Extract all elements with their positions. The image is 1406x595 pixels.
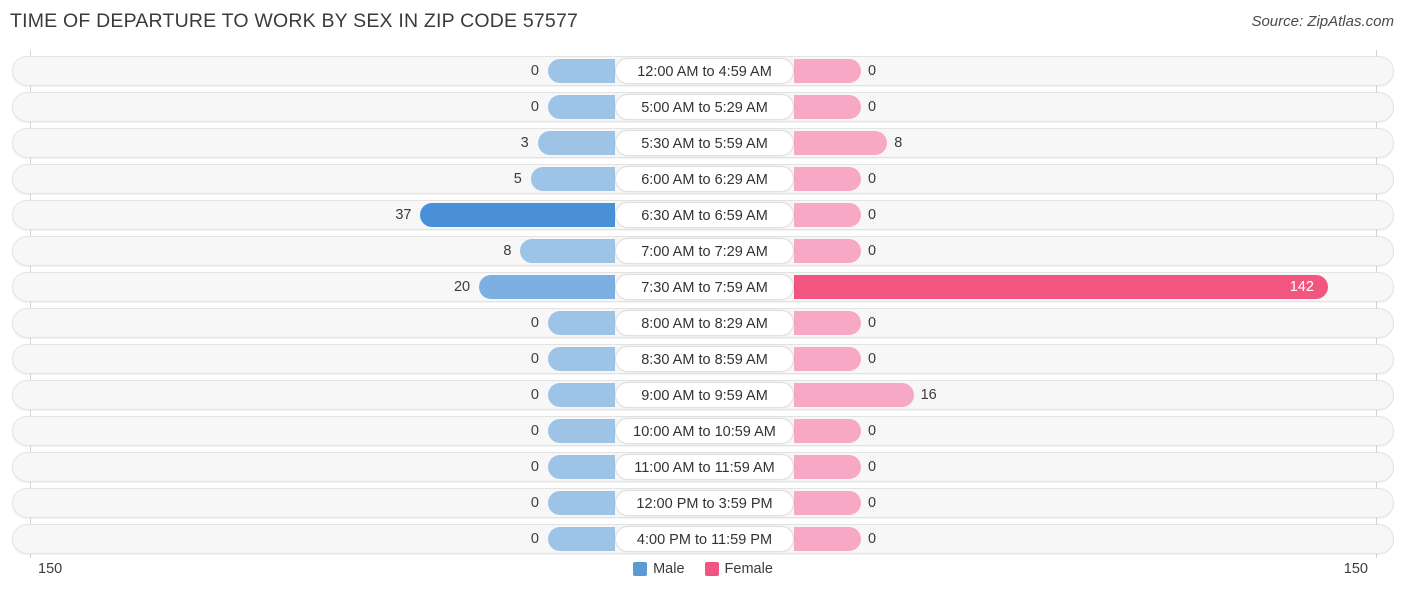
bar-female[interactable] — [794, 455, 861, 479]
value-label-female: 8 — [894, 134, 903, 151]
bar-male[interactable] — [548, 491, 615, 515]
chart-page: TIME OF DEPARTURE TO WORK BY SEX IN ZIP … — [0, 0, 1406, 595]
bar-male[interactable] — [537, 131, 615, 155]
category-label: 8:30 AM to 8:59 AM — [615, 346, 794, 372]
value-label-female: 0 — [868, 314, 877, 331]
bar-female[interactable] — [794, 131, 888, 155]
value-label-male: 0 — [530, 422, 539, 439]
legend-item-male[interactable]: Male — [633, 561, 685, 577]
legend-label-male: Male — [653, 561, 685, 577]
chart-row[interactable]: 20 142 7:30 AM to 7:59 AM — [12, 272, 1394, 302]
bar-female[interactable] — [794, 239, 861, 263]
bar-male[interactable] — [548, 59, 615, 83]
legend-swatch-female-icon — [704, 562, 719, 576]
value-label-male: 0 — [530, 98, 539, 115]
bar-male[interactable] — [548, 419, 615, 443]
bar-male[interactable] — [548, 311, 615, 335]
bar-female[interactable] — [794, 203, 861, 227]
category-label: 6:00 AM to 6:29 AM — [615, 166, 794, 192]
bar-male[interactable] — [548, 383, 615, 407]
chart-legend: Male Female — [0, 561, 1406, 577]
value-label-female: 0 — [868, 494, 877, 511]
value-label-female: 0 — [868, 458, 877, 475]
bar-female[interactable] — [794, 419, 861, 443]
category-label: 9:00 AM to 9:59 AM — [615, 382, 794, 408]
bar-female[interactable] — [794, 167, 861, 191]
value-label-male: 0 — [530, 350, 539, 367]
bar-male[interactable] — [548, 527, 615, 551]
bar-male[interactable] — [479, 275, 615, 299]
chart-row[interactable]: 0 0 11:00 AM to 11:59 AM — [12, 452, 1394, 482]
category-label: 7:00 AM to 7:29 AM — [615, 238, 794, 264]
category-label: 12:00 AM to 4:59 AM — [615, 58, 794, 84]
category-label: 5:00 AM to 5:29 AM — [615, 94, 794, 120]
value-label-female: 16 — [920, 386, 937, 403]
chart-row[interactable]: 37 0 6:30 AM to 6:59 AM — [12, 200, 1394, 230]
value-label-male: 0 — [530, 530, 539, 547]
value-label-female: 0 — [868, 530, 877, 547]
value-label-female: 0 — [868, 422, 877, 439]
bar-male[interactable] — [420, 203, 615, 227]
category-label: 5:30 AM to 5:59 AM — [615, 130, 794, 156]
source-attribution: Source: ZipAtlas.com — [1251, 13, 1394, 30]
value-label-male: 8 — [503, 242, 512, 259]
bar-female[interactable] — [794, 95, 861, 119]
category-label: 12:00 PM to 3:59 PM — [615, 490, 794, 516]
bar-male[interactable] — [548, 455, 615, 479]
bar-female[interactable] — [794, 347, 861, 371]
bar-female[interactable] — [794, 491, 861, 515]
chart-row[interactable]: 3 8 5:30 AM to 5:59 AM — [12, 128, 1394, 158]
value-label-female: 0 — [868, 350, 877, 367]
bar-female[interactable] — [794, 59, 861, 83]
chart-row[interactable]: 0 0 8:00 AM to 8:29 AM — [12, 308, 1394, 338]
value-label-female: 0 — [868, 98, 877, 115]
chart-row[interactable]: 0 0 10:00 AM to 10:59 AM — [12, 416, 1394, 446]
bar-male[interactable] — [548, 347, 615, 371]
value-label-male: 5 — [513, 170, 522, 187]
value-label-male: 0 — [530, 62, 539, 79]
bar-male[interactable] — [530, 167, 615, 191]
chart-row[interactable]: 8 0 7:00 AM to 7:29 AM — [12, 236, 1394, 266]
chart-row[interactable]: 5 0 6:00 AM to 6:29 AM — [12, 164, 1394, 194]
legend-label-female: Female — [724, 561, 773, 577]
value-label-male: 3 — [520, 134, 529, 151]
category-label: 10:00 AM to 10:59 AM — [615, 418, 794, 444]
value-label-female: 0 — [868, 206, 877, 223]
chart-row[interactable]: 0 0 4:00 PM to 11:59 PM — [12, 524, 1394, 554]
chart-row[interactable]: 0 0 8:30 AM to 8:59 AM — [12, 344, 1394, 374]
category-label: 7:30 AM to 7:59 AM — [615, 274, 794, 300]
chart-row[interactable]: 0 0 12:00 PM to 3:59 PM — [12, 488, 1394, 518]
bar-female[interactable] — [794, 383, 914, 407]
chart-footer: 150 150 Male Female — [0, 558, 1406, 588]
legend-swatch-male-icon — [633, 562, 648, 576]
legend-item-female[interactable]: Female — [704, 561, 773, 577]
chart-plot-area: 0 0 12:00 AM to 4:59 AM 0 0 5:00 AM to 5:29 A… — [0, 50, 1406, 558]
category-label: 6:30 AM to 6:59 AM — [615, 202, 794, 228]
value-label-male: 37 — [395, 206, 412, 223]
value-label-male: 0 — [530, 386, 539, 403]
bar-male[interactable] — [548, 95, 615, 119]
value-label-female: 0 — [868, 62, 877, 79]
value-label-male: 0 — [530, 458, 539, 475]
chart-row[interactable]: 0 0 12:00 AM to 4:59 AM — [12, 56, 1394, 86]
category-label: 4:00 PM to 11:59 PM — [615, 526, 794, 552]
bar-female[interactable] — [794, 527, 861, 551]
bar-male[interactable] — [520, 239, 615, 263]
value-label-female: 0 — [868, 170, 877, 187]
value-label-male: 0 — [530, 494, 539, 511]
value-label-male: 20 — [453, 278, 471, 295]
bar-female[interactable] — [794, 311, 861, 335]
chart-row[interactable]: 0 16 9:00 AM to 9:59 AM — [12, 380, 1394, 410]
value-label-female: 142 — [1289, 278, 1314, 295]
value-label-female: 0 — [868, 242, 877, 259]
value-label-male: 0 — [530, 314, 539, 331]
bar-female[interactable] — [794, 275, 1328, 299]
category-label: 11:00 AM to 11:59 AM — [615, 454, 794, 480]
page-title: TIME OF DEPARTURE TO WORK BY SEX IN ZIP … — [10, 10, 579, 32]
chart-row[interactable]: 0 0 5:00 AM to 5:29 AM — [12, 92, 1394, 122]
category-label: 8:00 AM to 8:29 AM — [615, 310, 794, 336]
